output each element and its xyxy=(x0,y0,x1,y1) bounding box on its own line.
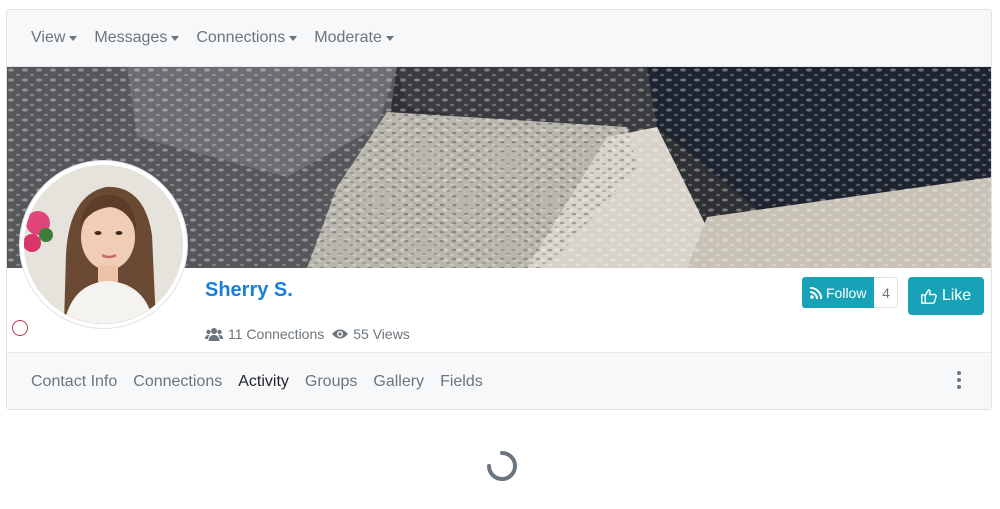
profile-tabs: Contact Info Connections Activity Groups… xyxy=(7,352,991,409)
caret-down-icon xyxy=(69,35,78,41)
kebab-dot xyxy=(957,378,961,382)
follow-button[interactable]: Follow xyxy=(802,277,875,308)
tab-connections[interactable]: Connections xyxy=(133,373,222,391)
users-icon xyxy=(205,328,223,341)
connections-stat[interactable]: 11 Connections xyxy=(205,326,324,342)
moderate-dropdown-label: Moderate xyxy=(314,29,382,46)
eye-icon xyxy=(332,329,349,339)
tab-activity[interactable]: Activity xyxy=(238,373,289,391)
caret-down-icon xyxy=(171,35,180,41)
follow-label: Follow xyxy=(826,284,867,301)
more-vertical-icon[interactable] xyxy=(953,369,965,391)
avatar-photo xyxy=(24,165,183,324)
views-count: 55 Views xyxy=(353,326,410,342)
connections-count: 11 Connections xyxy=(228,326,325,342)
connections-dropdown[interactable]: Connections xyxy=(196,29,298,47)
view-dropdown-label: View xyxy=(31,29,66,46)
tab-groups[interactable]: Groups xyxy=(305,373,357,391)
like-button[interactable]: Like xyxy=(908,277,984,315)
caret-down-icon xyxy=(385,35,394,41)
follower-count: 4 xyxy=(874,277,899,308)
avatar[interactable] xyxy=(19,160,188,329)
caret-down-icon xyxy=(289,35,298,41)
kebab-dot xyxy=(957,371,961,375)
moderate-dropdown[interactable]: Moderate xyxy=(314,29,394,47)
profile-top-nav: View Messages Connections Moderate xyxy=(7,10,991,67)
tab-gallery[interactable]: Gallery xyxy=(373,373,424,391)
follow-group: Follow 4 xyxy=(802,277,899,308)
rss-icon xyxy=(810,286,822,299)
views-stat: 55 Views xyxy=(332,326,410,342)
kebab-dot xyxy=(957,385,961,389)
status-indicator xyxy=(12,320,28,336)
profile-name[interactable]: Sherry S. xyxy=(205,279,293,302)
tab-contact-info[interactable]: Contact Info xyxy=(31,373,117,391)
view-dropdown[interactable]: View xyxy=(31,29,78,47)
connections-dropdown-label: Connections xyxy=(196,29,286,46)
profile-stats: 11 Connections 55 Views xyxy=(205,326,418,342)
profile-card: View Messages Connections Moderate Sherr… xyxy=(6,9,992,410)
tab-fields[interactable]: Fields xyxy=(440,373,483,391)
messages-dropdown-label: Messages xyxy=(94,29,168,46)
thumbs-up-icon xyxy=(920,288,937,304)
spinner-icon xyxy=(487,451,517,481)
messages-dropdown[interactable]: Messages xyxy=(94,29,180,47)
like-label: Like xyxy=(941,287,972,304)
